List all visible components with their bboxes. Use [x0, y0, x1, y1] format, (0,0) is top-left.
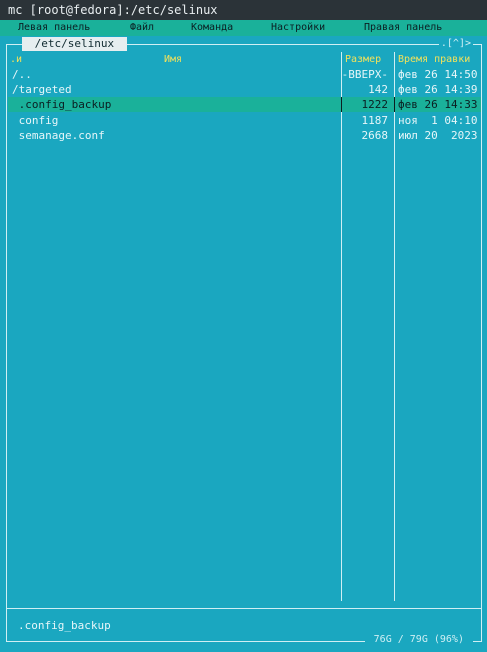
column-header-size[interactable]: Размер — [345, 54, 381, 66]
file-row-config-backup-selected[interactable]: .config_backup 1222 фев 26 14:33 — [8, 97, 481, 112]
file-row-targeted[interactable]: /targeted 142 фев 26 14:39 — [8, 82, 481, 97]
file-time: фев 26 14:39 — [398, 83, 478, 96]
file-size: 1222 — [361, 98, 389, 111]
midnight-commander-window: mc [root@fedora]:/etc/selinux Левая пане… — [0, 0, 487, 652]
file-name: .config_backup — [12, 98, 112, 111]
file-row-semanage-conf[interactable]: semanage.conf 2668 июл 20 2023 — [8, 128, 481, 143]
menu-bar: Левая панель Файл Команда Настройки Прав… — [0, 20, 487, 36]
mini-status-divider — [7, 608, 481, 609]
panel-corner-controls[interactable]: .[^]> — [438, 38, 473, 50]
disk-usage: 76G / 79G (96%) — [364, 634, 473, 646]
mini-status: .config_backup — [18, 619, 111, 632]
window-title: mc [root@fedora]:/etc/selinux — [0, 0, 487, 20]
file-size: 1187 — [361, 114, 389, 127]
file-row-config[interactable]: config 1187 ноя 1 04:10 — [8, 113, 481, 128]
file-name: /.. — [12, 68, 32, 81]
menu-right-panel[interactable]: Правая панель — [364, 20, 442, 36]
menu-settings[interactable]: Настройки — [271, 20, 325, 36]
file-time: фев 26 14:50 — [398, 68, 478, 81]
file-time: июл 20 2023 — [398, 129, 478, 142]
file-time: ноя 1 04:10 — [398, 114, 478, 127]
menu-command[interactable]: Команда — [191, 20, 233, 36]
menu-file[interactable]: Файл — [130, 20, 154, 36]
selection-divider — [394, 97, 395, 112]
file-name: /targeted — [12, 83, 72, 96]
file-size: -ВВЕРХ- — [341, 68, 388, 81]
menu-left-panel[interactable]: Левая панель — [18, 20, 90, 36]
sort-marker[interactable]: .и — [10, 54, 22, 66]
column-header-name[interactable]: Имя — [164, 54, 182, 66]
file-name: config — [12, 114, 59, 127]
panel-path[interactable]: /etc/selinux — [22, 37, 127, 51]
file-size: 2668 — [361, 129, 389, 142]
column-header-time[interactable]: Время правки — [398, 54, 470, 66]
file-size: 142 — [368, 83, 388, 96]
file-name: semanage.conf — [12, 129, 105, 142]
file-row-parent[interactable]: /.. -ВВЕРХ- фев 26 14:50 — [8, 67, 481, 82]
file-time: фев 26 14:33 — [398, 98, 478, 111]
selection-divider — [341, 97, 342, 112]
